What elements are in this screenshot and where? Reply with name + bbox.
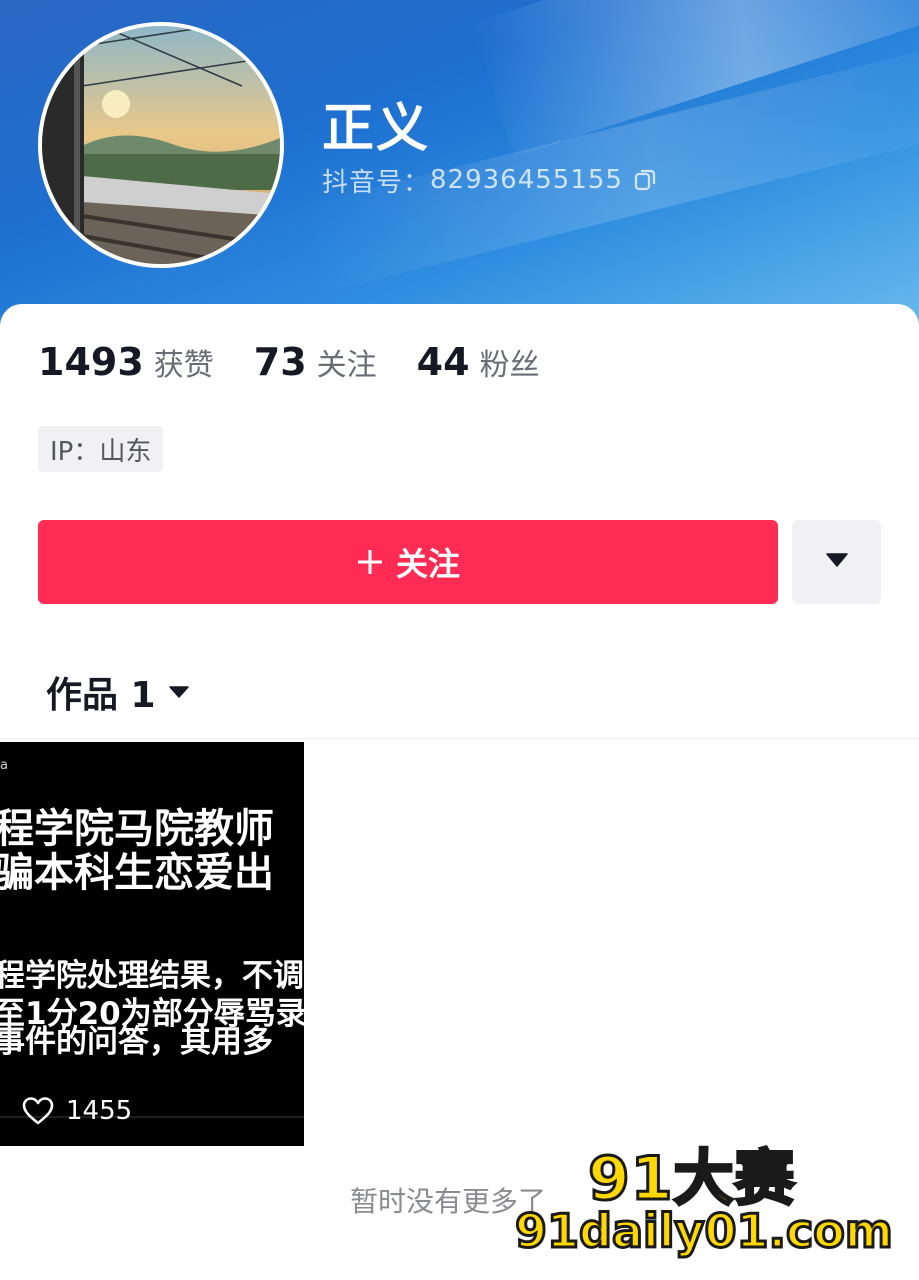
video-title-line: 骗本科生恋爱出 <box>0 850 274 896</box>
douyin-id-label: 抖音号： <box>322 167 431 198</box>
stat-following[interactable]: 73 关注 <box>254 340 377 384</box>
video-corner-text: a <box>0 758 8 773</box>
heart-icon <box>22 1096 54 1126</box>
divider <box>0 738 919 739</box>
tab-works-label: 作品 1 <box>46 675 156 716</box>
douyin-id-value: 82936455155 <box>430 165 623 195</box>
stat-value: 44 <box>416 340 470 384</box>
more-options-button[interactable] <box>792 520 881 604</box>
stat-value: 1493 <box>38 340 144 384</box>
like-count-value: 1455 <box>66 1096 133 1126</box>
caret-down-icon <box>825 552 849 572</box>
video-body-line: 事件的问答，其用多 <box>0 1024 273 1060</box>
nickname: 正义 <box>322 99 431 159</box>
douyin-id-row[interactable]: 抖音号： 82936455155 <box>322 162 657 198</box>
video-like-count: 1455 <box>22 1094 132 1128</box>
stat-label: 粉丝 <box>479 348 540 383</box>
ip-location-tag: IP：山东 <box>38 426 164 472</box>
avatar[interactable] <box>38 22 284 268</box>
follow-button[interactable]: 关注 <box>38 520 778 604</box>
stat-label: 关注 <box>316 348 377 383</box>
stat-label: 获赞 <box>153 348 214 383</box>
follow-button-label: 关注 <box>395 545 460 583</box>
stat-value: 73 <box>253 340 307 384</box>
caret-down-icon <box>168 685 190 699</box>
watermark-domain: 91daily01.com <box>514 1203 895 1260</box>
thumbnail-clip-mask <box>304 742 919 1146</box>
stats-row: 1493 获赞 73 关注 44 粉丝 <box>38 340 580 394</box>
copy-icon[interactable] <box>633 168 657 192</box>
stat-likes[interactable]: 1493 获赞 <box>38 340 214 384</box>
avatar-photo <box>42 26 280 264</box>
stat-followers[interactable]: 44 粉丝 <box>417 340 540 384</box>
tab-works[interactable]: 作品 1 <box>46 664 190 720</box>
plus-icon <box>356 548 384 576</box>
